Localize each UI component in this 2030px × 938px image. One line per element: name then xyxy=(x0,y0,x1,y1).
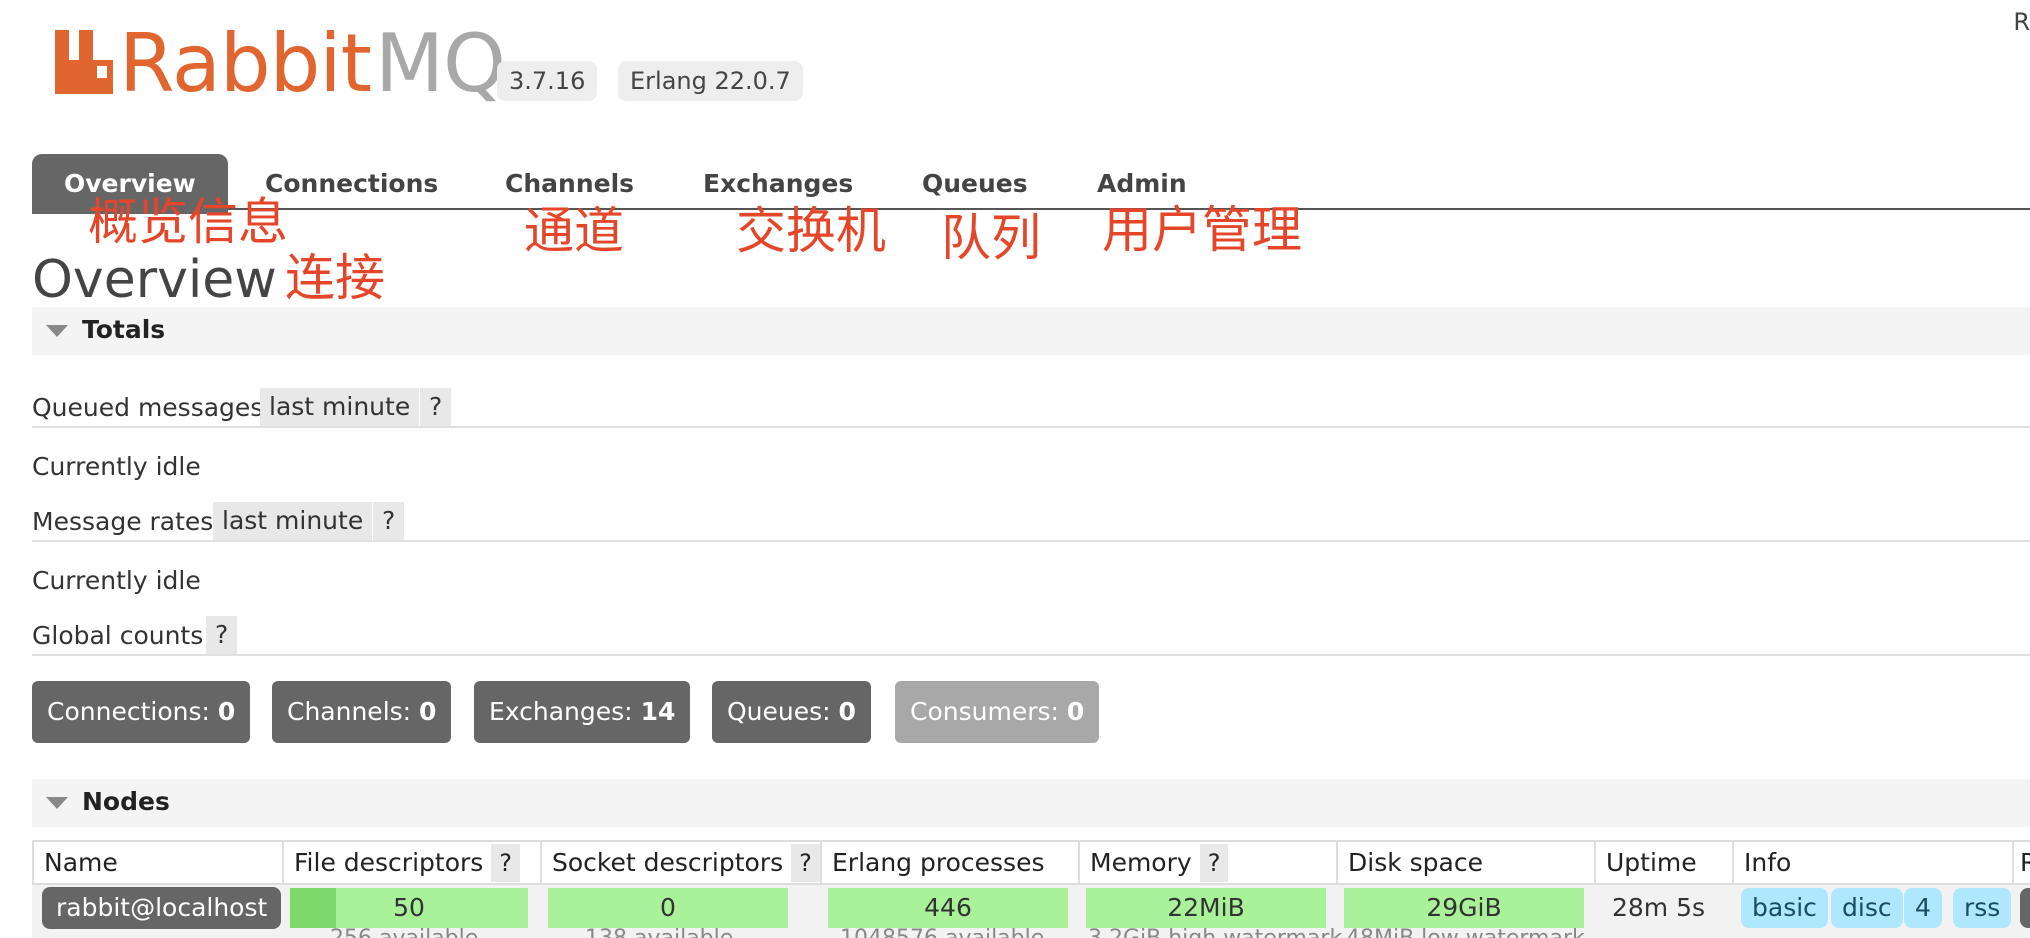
count-value: 0 xyxy=(838,697,856,726)
connections-count-button[interactable]: Connections: 0 xyxy=(32,681,251,743)
file-descriptors-bar: 50 xyxy=(290,888,528,928)
memory-sub: 3.2GiB high watermark xyxy=(1088,928,1342,938)
node-name-link[interactable]: rabbit@localhost xyxy=(42,887,282,929)
file-descriptors-bar-fill xyxy=(290,888,337,928)
channels-count-button[interactable]: Channels: 0 xyxy=(272,681,452,743)
column-header-truncated: R xyxy=(2012,841,2030,884)
nodes-section-header[interactable]: Nodes xyxy=(32,779,2030,827)
annotation-exchanges: 交换机 xyxy=(736,202,886,260)
memory-value: 22MiB xyxy=(1167,893,1245,922)
truncated-cell xyxy=(2020,888,2030,928)
annotation-channels: 通道 xyxy=(524,202,624,260)
erlang-processes-value: 446 xyxy=(924,893,972,922)
column-header-memory: Memory? xyxy=(1078,841,1336,884)
totals-header-label: Totals xyxy=(82,315,166,344)
message-rates-help-button[interactable]: ? xyxy=(373,502,405,540)
socket-descriptors-sub: 138 available xyxy=(585,928,733,938)
memory-help-button[interactable]: ? xyxy=(1199,844,1229,882)
socket-descriptors-bar: 0 xyxy=(548,888,788,928)
count-label: Channels: xyxy=(287,697,412,726)
logo-text-rabbit: Rabbit xyxy=(119,17,372,110)
message-rates-status: Currently idle xyxy=(32,566,201,595)
nodes-header-label: Nodes xyxy=(82,787,170,816)
disk-space-bar: 29GiB xyxy=(1344,888,1584,928)
message-rates-range-select[interactable]: last minute xyxy=(213,502,373,540)
column-header-socket-descriptors: Socket descriptors? xyxy=(540,841,820,884)
count-label: Queues: xyxy=(727,697,831,726)
column-header-file-descriptors: File descriptors? xyxy=(282,841,540,884)
divider xyxy=(32,540,2030,542)
queued-messages-label: Queued messages xyxy=(32,393,264,422)
count-value: 0 xyxy=(217,697,236,726)
collapse-triangle-icon xyxy=(46,797,68,809)
info-badge-disc[interactable]: disc xyxy=(1831,888,1903,928)
file-descriptors-sub: 256 available xyxy=(330,928,478,938)
logo-text-mq: MQ xyxy=(375,17,506,110)
file-descriptors-value: 50 xyxy=(393,893,425,922)
consumers-count-button[interactable]: Consumers: 0 xyxy=(895,681,1100,743)
count-label: Connections: xyxy=(47,697,210,726)
rabbitmq-logo[interactable]: Rabbit MQ TM xyxy=(55,24,525,104)
socket-descriptors-value: 0 xyxy=(660,893,676,922)
queues-count-button[interactable]: Queues: 0 xyxy=(712,681,871,743)
disk-space-sub: 48MiB low watermark xyxy=(1346,928,1585,938)
column-header-uptime: Uptime xyxy=(1594,841,1732,884)
info-badge-rss[interactable]: rss xyxy=(1953,888,2012,928)
queued-messages-status: Currently idle xyxy=(32,452,201,481)
erlang-processes-sub: 1048576 available xyxy=(840,928,1044,938)
column-header-disk-space: Disk space xyxy=(1336,841,1594,884)
message-rates-label: Message rates xyxy=(32,507,214,536)
count-value: 0 xyxy=(419,697,437,726)
column-header-erlang-processes: Erlang processes xyxy=(820,841,1078,884)
column-header-name: Name xyxy=(32,841,282,884)
totals-section-header[interactable]: Totals xyxy=(32,307,2030,355)
tab-queues[interactable]: Queues xyxy=(922,154,1028,214)
count-label: Exchanges: xyxy=(489,697,633,726)
tab-connections[interactable]: Connections xyxy=(265,154,438,214)
rabbit-logo-icon xyxy=(55,30,115,100)
annotation-queues: 队列 xyxy=(941,209,1041,267)
erlang-processes-bar: 446 xyxy=(828,888,1068,928)
memory-bar: 22MiB xyxy=(1086,888,1326,928)
annotation-admin: 用户管理 xyxy=(1102,201,1302,259)
divider xyxy=(32,426,2030,428)
global-counts-help-button[interactable]: ? xyxy=(206,616,238,654)
exchanges-count-button[interactable]: Exchanges: 14 xyxy=(474,681,691,743)
top-right-text: R xyxy=(2013,8,2030,36)
count-value: 14 xyxy=(640,697,676,726)
divider xyxy=(32,654,2030,656)
page-title: Overview xyxy=(32,250,277,310)
info-badge-basic[interactable]: basic xyxy=(1741,888,1828,928)
annotation-connections: 连接 xyxy=(285,249,385,307)
disk-space-value: 29GiB xyxy=(1426,893,1502,922)
count-label: Consumers: xyxy=(910,697,1059,726)
count-value: 0 xyxy=(1066,697,1085,726)
info-badge-count[interactable]: 4 xyxy=(1904,888,1942,928)
file-descriptors-help-button[interactable]: ? xyxy=(491,844,521,882)
column-header-info: Info xyxy=(1732,841,2012,884)
erlang-version-badge: Erlang 22.0.7 xyxy=(618,61,803,101)
collapse-triangle-icon xyxy=(46,325,68,337)
annotation-overview: 概览信息 xyxy=(88,193,288,251)
uptime-value: 28m 5s xyxy=(1612,893,1706,922)
queued-messages-range-select[interactable]: last minute xyxy=(260,388,420,426)
socket-descriptors-help-button[interactable]: ? xyxy=(791,844,820,882)
queued-messages-help-button[interactable]: ? xyxy=(420,388,452,426)
version-badge: 3.7.16 xyxy=(497,61,598,101)
global-counts-label: Global counts xyxy=(32,621,204,650)
